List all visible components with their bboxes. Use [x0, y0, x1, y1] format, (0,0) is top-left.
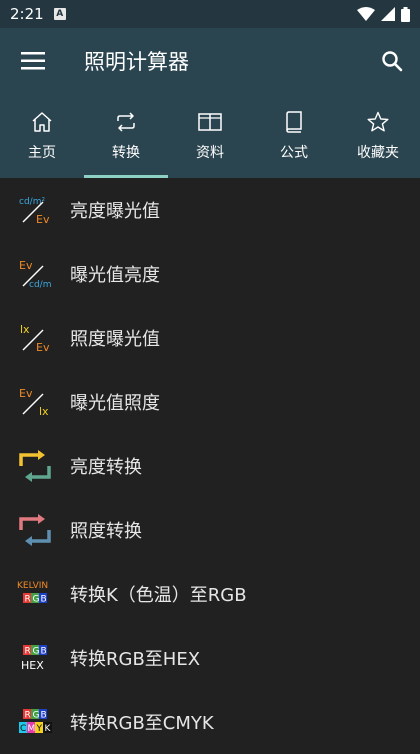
svg-text:B: B	[41, 595, 47, 605]
item-label: 转换RGB至HEX	[70, 649, 201, 670]
menu-button[interactable]	[0, 28, 66, 94]
svg-text:cd/m²: cd/m²	[29, 280, 52, 290]
search-icon	[382, 51, 403, 72]
battery-icon	[401, 6, 410, 22]
svg-text:HEX: HEX	[21, 659, 44, 672]
tab-data[interactable]: 资料	[168, 94, 252, 178]
wifi-icon	[357, 7, 375, 21]
tab-label: 收藏夹	[357, 145, 399, 161]
tab-favorites[interactable]: 收藏夹	[336, 94, 420, 178]
luminance-convert-icon	[19, 450, 51, 482]
status-time: 2:21	[10, 5, 44, 23]
tab-label: 资料	[196, 145, 224, 161]
list-item-kelvin-rgb[interactable]: KELVIN R G B 转换K（色温）至RGB	[0, 562, 420, 626]
status-bar: 2:21 A	[0, 0, 420, 28]
list-item-cdm2-to-ev[interactable]: cd/m² Ev 亮度曝光值	[0, 178, 420, 242]
svg-text:B: B	[41, 647, 47, 657]
item-label: 亮度转换	[70, 457, 142, 478]
rgb-hex-icon: R G B HEX	[21, 645, 47, 672]
conversion-list: cd/m² Ev 亮度曝光值 Ev cd/m² 曝光值亮度 lx Ev 照度曝光…	[0, 178, 420, 754]
svg-text:R: R	[25, 647, 31, 657]
tab-convert[interactable]: 转换	[84, 94, 168, 178]
list-item-luminance-convert[interactable]: 亮度转换	[0, 434, 420, 498]
svg-text:G: G	[33, 595, 40, 605]
svg-text:B: B	[41, 711, 47, 721]
tab-home[interactable]: 主页	[0, 94, 84, 178]
lx-to-ev-icon: lx Ev	[20, 323, 50, 354]
illuminance-convert-icon	[19, 514, 51, 546]
item-label: 转换RGB至CMYK	[70, 713, 214, 734]
repeat-icon	[117, 112, 135, 132]
notification-icon: A	[53, 8, 66, 20]
svg-text:G: G	[33, 647, 40, 657]
tab-bar: 主页 转换 资料 公式 收藏夹	[0, 94, 420, 178]
signal-icon	[381, 7, 395, 21]
tab-label: 公式	[280, 145, 308, 161]
cdm2-to-ev-icon: cd/m² Ev	[19, 197, 50, 226]
svg-text:KELVIN: KELVIN	[17, 581, 48, 591]
svg-text:lx: lx	[39, 405, 49, 418]
svg-text:Ev: Ev	[19, 259, 33, 272]
svg-text:G: G	[33, 711, 40, 721]
list-item-illuminance-convert[interactable]: 照度转换	[0, 498, 420, 562]
item-label: 曝光值亮度	[70, 265, 160, 286]
svg-text:M: M	[28, 724, 36, 734]
kelvin-rgb-icon: KELVIN R G B	[17, 581, 48, 605]
ev-to-cdm2-icon: Ev cd/m²	[19, 259, 52, 290]
book-icon	[286, 111, 302, 133]
hamburger-icon	[21, 52, 45, 70]
list-item-ev-to-cdm2[interactable]: Ev cd/m² 曝光值亮度	[0, 242, 420, 306]
tab-label: 转换	[112, 145, 140, 161]
item-label: 照度曝光值	[70, 329, 160, 350]
tab-label: 主页	[28, 145, 56, 161]
star-icon	[367, 111, 389, 132]
svg-text:R: R	[25, 711, 31, 721]
list-item-ev-to-lx[interactable]: Ev lx 曝光值照度	[0, 370, 420, 434]
page-title: 照明计算器	[84, 50, 189, 74]
svg-text:lx: lx	[20, 323, 30, 336]
item-label: 亮度曝光值	[70, 201, 160, 222]
svg-text:Y: Y	[36, 724, 43, 734]
rgb-cmyk-icon: R G B C M Y K	[19, 709, 52, 734]
item-label: 转换K（色温）至RGB	[70, 585, 247, 606]
svg-text:Ev: Ev	[36, 213, 50, 226]
svg-text:Ev: Ev	[19, 387, 33, 400]
svg-text:Ev: Ev	[36, 341, 50, 354]
list-item-lx-to-ev[interactable]: lx Ev 照度曝光值	[0, 306, 420, 370]
search-button[interactable]	[364, 28, 420, 94]
tab-formulas[interactable]: 公式	[252, 94, 336, 178]
ev-to-lx-icon: Ev lx	[19, 387, 49, 418]
svg-text:R: R	[25, 595, 31, 605]
list-item-rgb-cmyk[interactable]: R G B C M Y K 转换RGB至CMYK	[0, 690, 420, 754]
item-label: 曝光值照度	[70, 393, 160, 414]
svg-text:C: C	[20, 724, 26, 734]
open-book-icon	[198, 113, 222, 131]
item-label: 照度转换	[70, 521, 142, 542]
app-toolbar: 照明计算器	[0, 28, 420, 94]
list-item-rgb-hex[interactable]: R G B HEX 转换RGB至HEX	[0, 626, 420, 690]
svg-text:cd/m²: cd/m²	[19, 197, 45, 207]
home-icon	[32, 112, 52, 132]
